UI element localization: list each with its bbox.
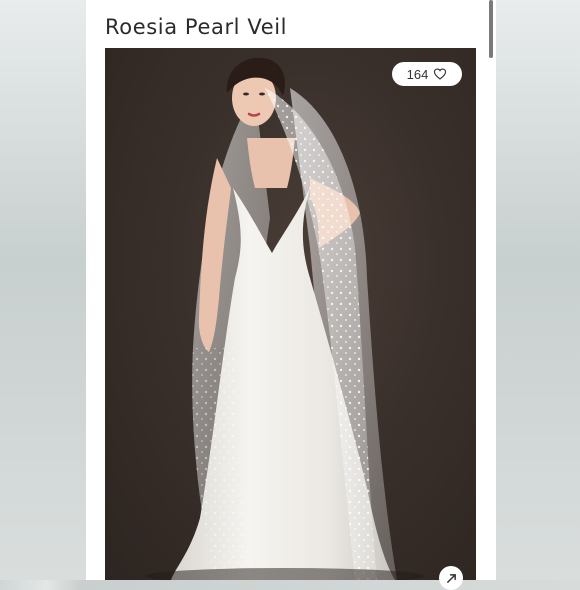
heart-icon bbox=[434, 68, 447, 80]
scrollbar-thumb[interactable] bbox=[489, 0, 493, 58]
like-count: 164 bbox=[406, 66, 429, 82]
expand-image-button[interactable] bbox=[439, 566, 463, 590]
listing-title: Roesia Pearl Veil bbox=[105, 15, 288, 39]
left-backdrop bbox=[0, 0, 86, 580]
product-photo[interactable] bbox=[105, 48, 476, 580]
product-photo-illustration bbox=[145, 57, 425, 580]
right-backdrop bbox=[496, 0, 580, 580]
expand-arrow-icon bbox=[446, 573, 456, 583]
like-button[interactable]: 164 bbox=[392, 62, 462, 86]
